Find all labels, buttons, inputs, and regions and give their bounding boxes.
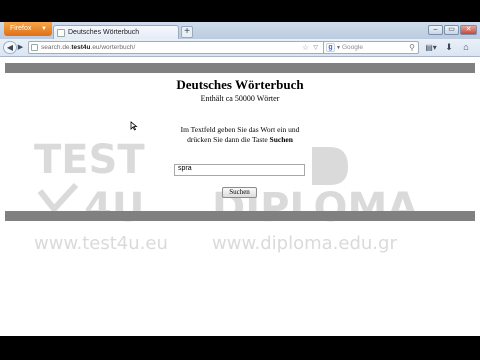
firefox-menu-label: Firefox — [10, 25, 32, 32]
word-search-input[interactable]: spra — [174, 164, 305, 176]
page-footer-bar — [5, 211, 475, 221]
page-header-bar — [5, 63, 475, 73]
tab-title: Deutsches Wörterbuch — [68, 29, 140, 36]
new-tab-button[interactable]: + — [181, 26, 193, 38]
url-bar[interactable]: search.de.test4u.eu/worterbuch/ ☆ ▽ ↻ — [28, 41, 332, 54]
url-host-prefix: search.de. — [41, 44, 72, 51]
page-title: Deutsches Wörterbuch — [176, 77, 304, 92]
instruction-line-2: drücken Sie dann die Taste Suchen — [0, 135, 480, 145]
letterbox-top — [0, 0, 480, 22]
instruction-line-1: Im Textfeld geben Sie das Wort ein und — [180, 125, 300, 134]
bookmarks-icon[interactable]: ▤▾ — [423, 41, 439, 54]
mouse-cursor-icon — [130, 121, 138, 131]
firefox-menu-button[interactable]: Firefox ▼ — [4, 22, 52, 36]
watermark-brand-url: www.test4u.eu — [34, 233, 168, 254]
watermark: TEST 4U DIPLOMA www.test4u.eu www.diplom… — [34, 137, 418, 254]
search-bar[interactable]: g ▼ Google ⚲ — [323, 41, 419, 54]
chevron-down-icon: ▼ — [41, 26, 47, 32]
page-favicon-icon — [57, 29, 65, 37]
watermark-checkmark-icon — [37, 182, 79, 214]
back-arrow-icon[interactable]: ◀ — [3, 41, 17, 54]
navigation-bar: ◀ ▶ search.de.test4u.eu/worterbuch/ ☆ ▽ … — [0, 39, 480, 57]
instruction-line-2-text: drücken Sie dann die Taste — [187, 135, 270, 144]
instructions: Im Textfeld geben Sie das Wort ein und d… — [0, 125, 480, 145]
site-identity-icon — [31, 44, 38, 51]
window-close-button[interactable]: ✕ — [460, 25, 477, 35]
window-minimize-button[interactable]: – — [428, 25, 443, 35]
magnifier-icon[interactable]: ⚲ — [409, 42, 415, 53]
window-maximize-button[interactable]: ▭ — [444, 25, 459, 35]
google-icon[interactable]: g — [326, 43, 335, 52]
url-path: .eu/worterbuch/ — [90, 44, 136, 51]
star-icon[interactable]: ☆ — [302, 42, 309, 53]
url-history-dropdown-icon[interactable]: ▽ — [313, 42, 318, 54]
tab-active[interactable]: Deutsches Wörterbuch — [53, 25, 179, 39]
url-text: search.de.test4u.eu/worterbuch/ — [41, 42, 135, 54]
download-icon[interactable]: ⬇ — [443, 41, 455, 54]
search-engine-dropdown-icon[interactable]: ▼ — [336, 42, 341, 54]
watermark-diploma-url: www.diploma.edu.gr — [212, 233, 397, 254]
forward-arrow-icon[interactable]: ▶ — [16, 41, 25, 54]
instruction-key-name: Suchen — [269, 135, 293, 144]
watermark-brand-bottom: 4U — [84, 185, 144, 231]
tab-bar: Firefox ▼ Deutsches Wörterbuch + – ▭ ✕ — [0, 22, 480, 39]
home-icon[interactable]: ⌂ — [460, 41, 472, 54]
web-page: TEST 4U DIPLOMA www.test4u.eu www.diplom… — [0, 57, 480, 336]
screen: Firefox ▼ Deutsches Wörterbuch + – ▭ ✕ ◀… — [0, 0, 480, 336]
page-subtitle: Enthält ca 50000 Wörter — [200, 94, 280, 103]
watermark-diploma-logo-icon — [312, 147, 348, 185]
search-bar-placeholder: Google — [342, 44, 363, 51]
url-host-domain: test4u — [71, 44, 91, 51]
search-button[interactable]: Suchen — [222, 187, 257, 198]
letterbox-bottom — [0, 336, 480, 360]
